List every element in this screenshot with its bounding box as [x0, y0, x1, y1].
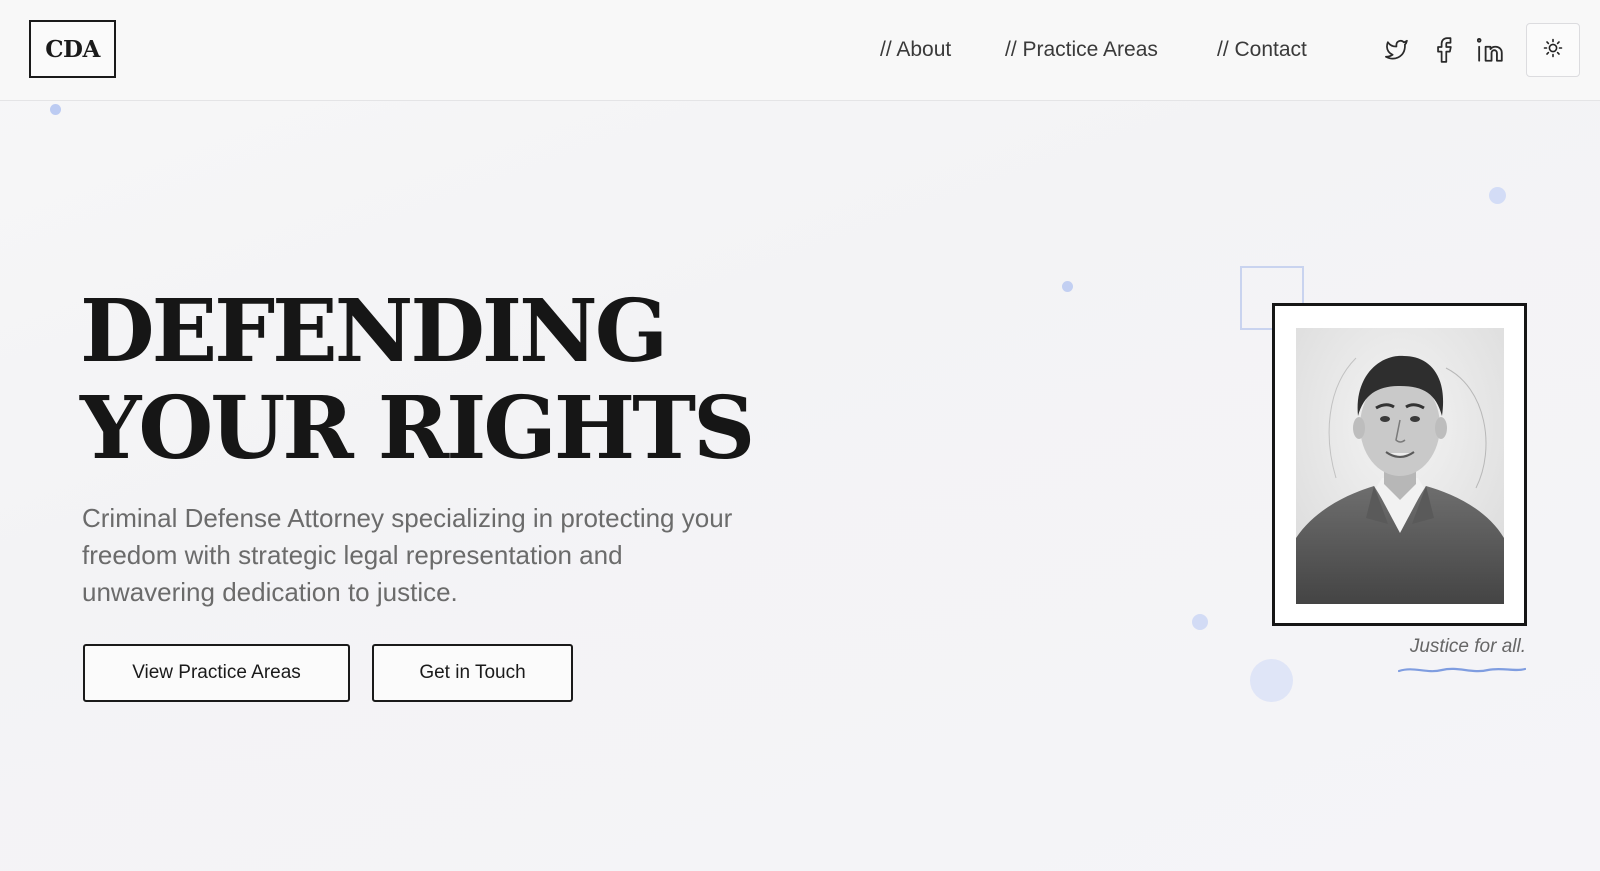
get-in-touch-button[interactable]: Get in Touch — [372, 644, 573, 702]
logo[interactable]: CDA — [29, 20, 116, 78]
hero-headline-line-2: YOUR RIGHTS — [80, 378, 755, 479]
portrait-frame — [1272, 303, 1527, 626]
caption-underline — [1398, 667, 1526, 673]
decorative-dot — [1192, 614, 1208, 630]
decorative-dot — [1489, 187, 1506, 204]
site-header: CDA // About // Practice Areas // Contac… — [0, 0, 1600, 101]
attorney-portrait — [1296, 328, 1504, 604]
decorative-dot — [1062, 281, 1073, 292]
hero-headline-line-1: DEFENDING — [80, 281, 668, 382]
linkedin-icon[interactable] — [1474, 33, 1508, 67]
nav-link-contact[interactable]: // Contact — [1217, 38, 1307, 62]
sun-icon — [1543, 38, 1563, 63]
decorative-dot — [50, 104, 61, 115]
view-practice-areas-button[interactable]: View Practice Areas — [83, 644, 350, 702]
nav-item-about[interactable]: // About — [880, 34, 951, 66]
nav-item-contact[interactable]: // Contact — [1217, 34, 1307, 66]
nav-link-about[interactable]: // About — [880, 38, 951, 62]
decorative-dot — [1250, 659, 1293, 702]
twitter-icon[interactable] — [1378, 33, 1412, 67]
nav-link-practice-areas[interactable]: // Practice Areas — [1005, 38, 1158, 62]
nav-item-practice-areas[interactable]: // Practice Areas — [1005, 34, 1158, 66]
hero-subtitle: Criminal Defense Attorney specializing i… — [82, 503, 733, 607]
portrait-caption: Justice for all. — [1409, 636, 1526, 657]
theme-toggle-button[interactable] — [1526, 23, 1580, 77]
facebook-icon[interactable] — [1427, 33, 1461, 67]
hero-headline: DEFENDING YOUR RIGHTS — [80, 283, 800, 477]
